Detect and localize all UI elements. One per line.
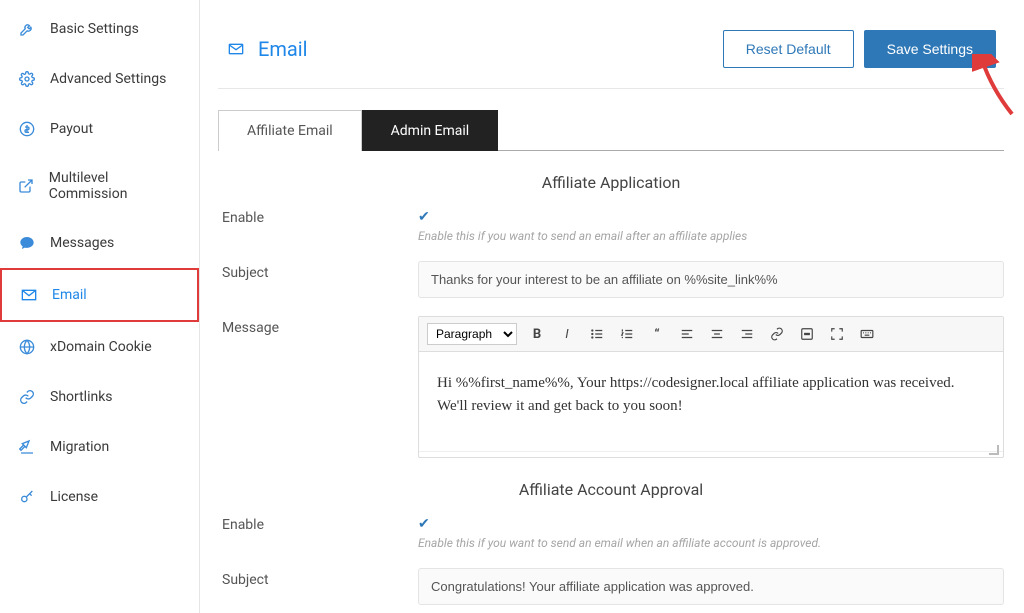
sidebar-item-label: xDomain Cookie [50,339,152,355]
sidebar: Basic Settings Advanced Settings Payout … [0,0,200,613]
dollar-icon [18,120,36,138]
migrate-icon [18,438,36,456]
mail-icon [20,286,38,304]
main-content: Email Reset Default Save Settings Affili… [200,0,1024,613]
enable-checkbox[interactable]: ✔ [418,516,430,532]
enable-hint: Enable this if you want to send an email… [418,229,1004,243]
sidebar-item-label: Advanced Settings [50,71,166,87]
sidebar-item-shortlinks[interactable]: Shortlinks [0,372,199,422]
italic-icon[interactable]: I [557,324,577,344]
section-title: Affiliate Application [218,173,1004,192]
quote-icon[interactable]: “ [647,324,667,344]
gear-icon [18,70,36,88]
bold-icon[interactable]: B [527,324,547,344]
link-icon[interactable] [767,324,787,344]
align-center-icon[interactable] [707,324,727,344]
message-label: Message [218,316,418,458]
bullet-list-icon[interactable] [587,324,607,344]
globe-icon [18,338,36,356]
editor-toolbar: Paragraph B I “ [419,317,1003,352]
sidebar-item-basic-settings[interactable]: Basic Settings [0,4,199,54]
sidebar-item-label: License [50,489,98,505]
subject-label: Subject [218,261,418,298]
sidebar-item-label: Shortlinks [50,389,113,405]
tab-admin-email[interactable]: Admin Email [362,110,499,151]
sidebar-item-label: Email [52,287,87,303]
sidebar-item-label: Messages [50,235,114,251]
external-icon [18,177,35,195]
sidebar-item-label: Payout [50,121,93,137]
sidebar-item-messages[interactable]: Messages [0,218,199,268]
key-icon [18,488,36,506]
subject-label: Subject [218,568,418,605]
chat-icon [18,234,36,252]
sidebar-item-xdomain[interactable]: xDomain Cookie [0,322,199,372]
enable-hint: Enable this if you want to send an email… [418,536,1004,550]
insert-icon[interactable] [797,324,817,344]
sidebar-item-email[interactable]: Email [0,268,199,322]
sidebar-item-label: Migration [50,439,109,455]
align-right-icon[interactable] [737,324,757,344]
page-header: Email Reset Default Save Settings [218,18,1004,89]
rich-text-editor: Paragraph B I “ [418,316,1004,458]
enable-label: Enable [218,206,418,243]
page-title-wrap: Email [226,37,308,61]
sidebar-item-advanced-settings[interactable]: Advanced Settings [0,54,199,104]
section-affiliate-approval: Affiliate Account Approval Enable ✔ Enab… [218,480,1004,605]
enable-checkbox[interactable]: ✔ [418,209,430,225]
section-title: Affiliate Account Approval [218,480,1004,499]
section-affiliate-application: Affiliate Application Enable ✔ Enable th… [218,173,1004,458]
link-icon [18,388,36,406]
sidebar-item-payout[interactable]: Payout [0,104,199,154]
sidebar-item-migration[interactable]: Migration [0,422,199,472]
resize-handle[interactable] [419,451,1003,457]
sidebar-item-label: Basic Settings [50,21,139,37]
sidebar-item-license[interactable]: License [0,472,199,522]
enable-label: Enable [218,513,418,550]
wrench-icon [18,20,36,38]
save-settings-button[interactable]: Save Settings [864,30,996,68]
ordered-list-icon[interactable] [617,324,637,344]
fullscreen-icon[interactable] [827,324,847,344]
sidebar-item-multilevel[interactable]: Multilevel Commission [0,154,199,218]
mail-icon [226,41,246,57]
tabbar: Affiliate Email Admin Email [218,109,1004,151]
subject-input[interactable] [418,568,1004,605]
keyboard-icon[interactable] [857,324,877,344]
page-title: Email [258,37,308,61]
sidebar-item-label: Multilevel Commission [49,170,181,202]
format-select[interactable]: Paragraph [427,323,517,345]
tab-affiliate-email[interactable]: Affiliate Email [218,110,362,151]
reset-default-button[interactable]: Reset Default [723,30,854,68]
editor-textarea[interactable]: Hi %%first_name%%, Your https://codesign… [419,352,1003,451]
subject-input[interactable] [418,261,1004,298]
align-left-icon[interactable] [677,324,697,344]
